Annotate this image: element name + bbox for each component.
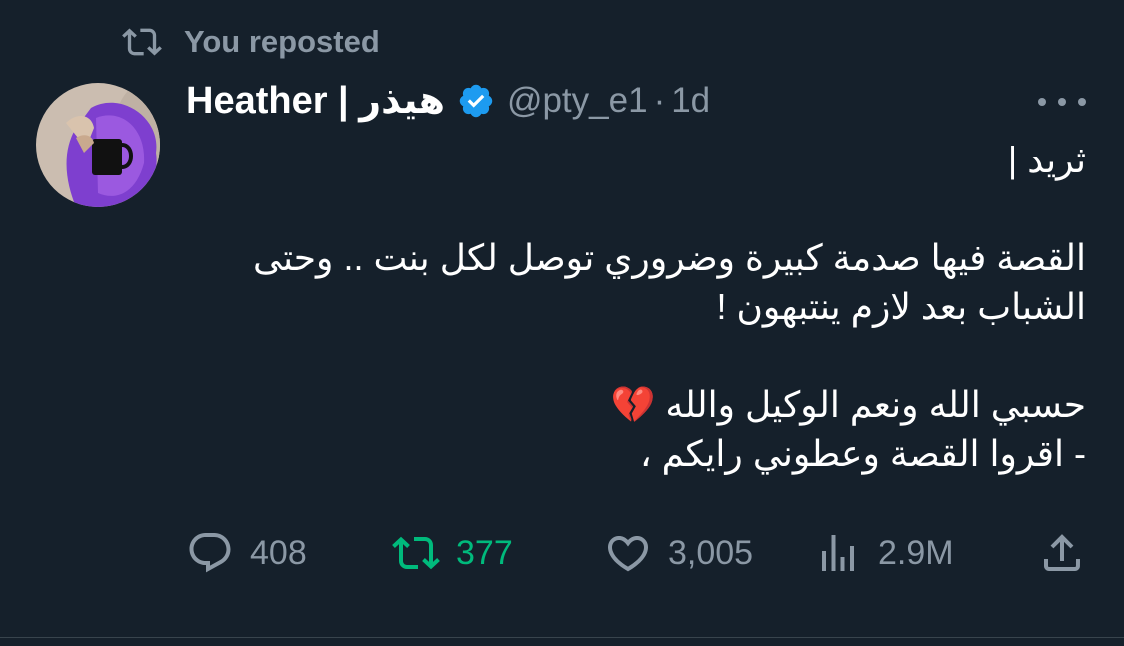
share-button[interactable] xyxy=(1038,525,1086,581)
reply-count: 408 xyxy=(250,533,307,572)
verified-badge-icon[interactable] xyxy=(457,82,495,120)
header-separator: · xyxy=(653,80,666,120)
author-display-name[interactable]: Heather | هيذر xyxy=(186,78,445,123)
like-button[interactable]: 3,005 xyxy=(604,525,753,581)
tweet-header: Heather | هيذر @pty_e1 · 1d xyxy=(186,78,710,123)
repost-banner: You reposted xyxy=(122,22,380,62)
more-options-icon[interactable] xyxy=(1038,86,1086,118)
like-count: 3,005 xyxy=(668,533,754,572)
tweet-line-gap xyxy=(186,331,1086,380)
tweet-line-2: القصة فيها صدمة كبيرة وضروري توصل لكل بن… xyxy=(252,237,1086,327)
divider xyxy=(0,637,1124,638)
reply-button[interactable]: 408 xyxy=(186,525,307,581)
tweet-line-3: حسبي الله ونعم الوكيل والله 💔 xyxy=(610,384,1086,425)
tweet-line-4: - اقروا القصة وعطوني رايكم ، xyxy=(639,433,1086,474)
repost-icon xyxy=(392,536,440,570)
reply-icon xyxy=(189,533,231,573)
author-handle[interactable]: @pty_e1 xyxy=(507,81,648,121)
repost-button[interactable]: 377 xyxy=(392,525,513,581)
tweet-timestamp[interactable]: 1d xyxy=(671,81,710,121)
share-icon xyxy=(1044,534,1080,571)
tweet-card[interactable]: You reposted Heather | هيذر @pty_e1 · 1d… xyxy=(0,0,1124,646)
repost-count: 377 xyxy=(456,533,513,572)
tweet-line-gap xyxy=(186,184,1086,233)
heart-icon xyxy=(607,536,649,572)
repost-banner-text: You reposted xyxy=(184,24,380,59)
repost-icon xyxy=(122,28,162,56)
action-bar: 408 377 3,005 2.9M xyxy=(186,525,1086,581)
avatar[interactable] xyxy=(36,83,160,207)
tweet-line-1: ثريد | xyxy=(1007,139,1086,180)
views-button[interactable]: 2.9M xyxy=(814,525,954,581)
tweet-text: ثريد | القصة فيها صدمة كبيرة وضروري توصل… xyxy=(186,135,1086,478)
views-icon xyxy=(822,535,854,571)
views-count: 2.9M xyxy=(878,533,954,572)
